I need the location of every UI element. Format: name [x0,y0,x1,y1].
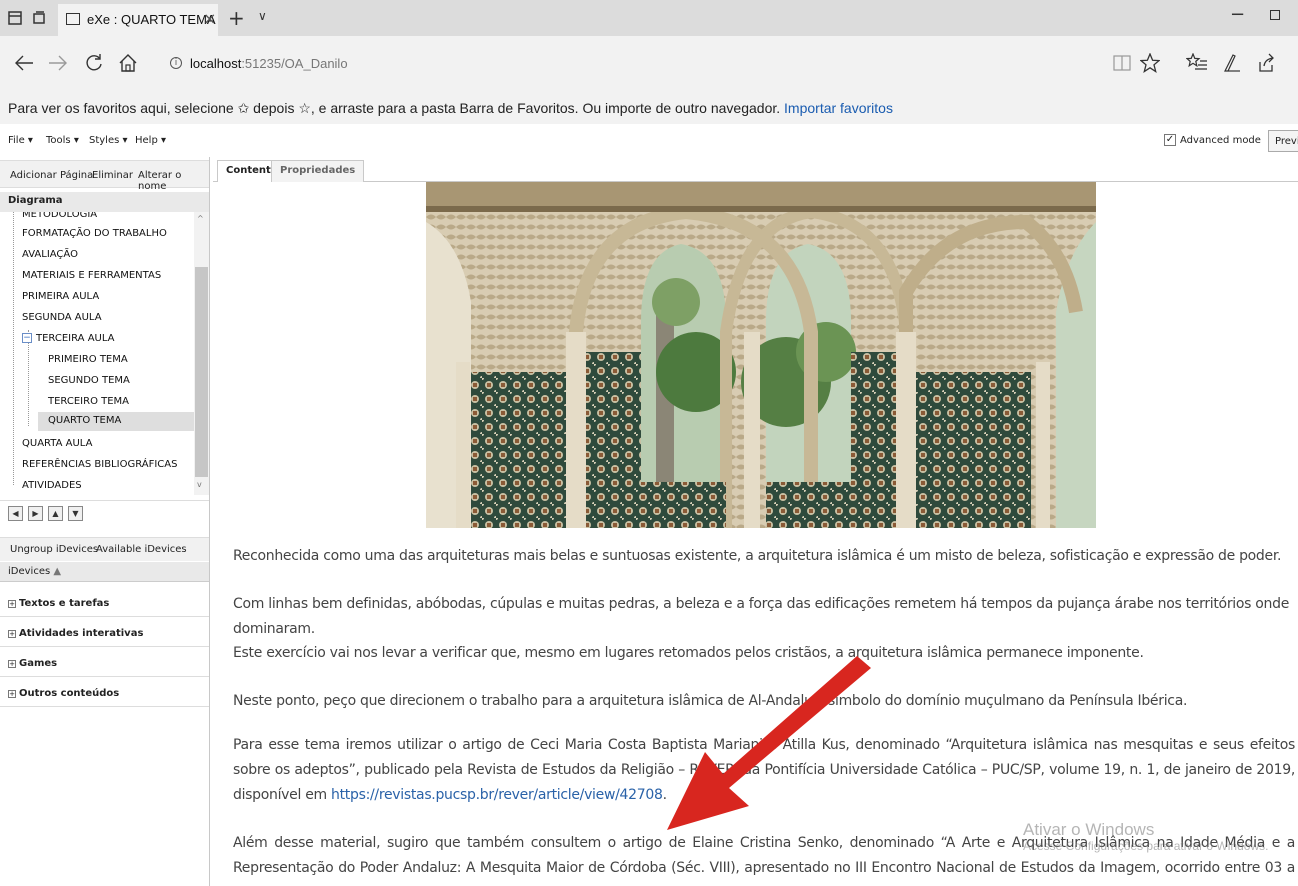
import-favorites-link[interactable]: Importar favoritos [784,100,893,116]
windows-watermark-title: Ativar o Windows [1023,820,1155,839]
favorites-hub-icon[interactable] [1186,53,1208,73]
collapse-icon[interactable]: − [22,333,32,343]
content-area: Reconhecida como uma das arquiteturas ma… [213,182,1298,886]
tree-item[interactable]: ATIVIDADES [22,477,82,495]
menu-file[interactable]: File ▾ [8,135,33,146]
scroll-thumb[interactable] [195,267,208,477]
move-down-icon[interactable]: ▼ [68,506,83,521]
content-tabs: Content Propriedades [213,160,1298,182]
tabs-aside-icon[interactable] [32,11,46,25]
rename-page-button[interactable]: Alterar o nome [138,170,209,192]
tree-item[interactable]: METODOLOGIA [22,212,97,225]
browser-titlebar: eXe : QUARTO TEMA × + ∨ − [0,0,1298,36]
restore-icon[interactable] [1270,10,1280,20]
windows-watermark-subtitle: Acesse Configurações para ativar o Windo… [1023,839,1269,853]
idevice-category[interactable]: + Atividades interativas [0,621,209,647]
browser-navbar: i localhost:51235/OA_Danilo [0,36,1298,94]
ungroup-idevices-button[interactable]: Ungroup iDevices [10,544,98,555]
delete-page-button[interactable]: Eliminar [92,170,133,181]
advanced-mode-label: Advanced mode [1180,135,1261,146]
page-icon [66,13,80,25]
tree-item[interactable]: SEGUNDA AULA [22,309,102,328]
home-icon[interactable] [118,53,138,73]
outline-scrollbar[interactable]: ^ v [194,212,209,495]
tab-title: eXe : QUARTO TEMA [87,12,216,27]
tab-preview-icon[interactable] [8,11,22,25]
idevices-header[interactable]: iDevices ▲ [0,562,209,582]
tree-item[interactable]: TERCEIRO TEMA [48,393,129,412]
exe-menubar: File ▾ Tools ▾ Styles ▾ Help ▾ ✓ Advance… [0,128,1298,154]
share-icon[interactable] [1256,53,1276,73]
paragraph: Reconhecida como uma das arquiteturas ma… [233,548,1282,564]
tree-item[interactable]: SEGUNDO TEMA [48,372,130,391]
tab-menu-chevron-icon[interactable]: ∨ [258,9,267,23]
pen-icon[interactable] [1222,53,1242,73]
forward-icon[interactable] [48,54,68,72]
add-page-button[interactable]: Adicionar Página [10,170,93,181]
outline-tree: METODOLOGIA FORMATAÇÃO DO TRABALHO AVALI… [0,212,194,495]
outline-move-buttons: ◀ ▶ ▲ ▼ [0,500,209,530]
paragraph: Com linhas bem definidas, abóbodas, cúpu… [233,596,1290,637]
tree-item[interactable]: TERCEIRA AULA [36,330,115,349]
alhambra-arches-image [426,182,1096,528]
available-idevices-button[interactable]: Available iDevices [96,544,187,555]
expand-icon: + [8,600,16,608]
move-right-icon[interactable]: ▶ [28,506,43,521]
reading-view-icon[interactable] [1113,54,1131,72]
article-link[interactable]: https://revistas.pucsp.br/rever/article/… [331,787,663,803]
expand-icon: + [8,660,16,668]
refresh-icon[interactable] [84,53,104,73]
favorites-bar-text: Para ver os favoritos aqui, selecione ✩ … [8,100,781,116]
menu-help[interactable]: Help ▾ [135,135,166,146]
expand-icon: + [8,630,16,638]
tree-item[interactable]: REFERÊNCIAS BIBLIOGRÁFICAS [22,456,177,475]
tree-item[interactable]: QUARTA AULA [22,435,92,454]
idevice-category[interactable]: + Textos e tarefas [0,591,209,617]
tree-item[interactable]: PRIMEIRA AULA [22,288,99,307]
tree-item[interactable]: PRIMEIRO TEMA [48,351,128,370]
preview-button[interactable]: Previs [1268,130,1298,152]
url-host: localhost:51235/OA_Danilo [190,56,348,71]
tab-close-icon[interactable]: × [203,9,216,28]
scroll-up-icon[interactable]: ^ [197,214,204,223]
site-info-icon[interactable]: i [170,57,182,69]
idevice-category[interactable]: + Games [0,651,209,677]
menu-tools[interactable]: Tools ▾ [46,135,79,146]
red-arrow-annotation [667,656,871,830]
expand-icon: + [8,690,16,698]
outline-toolbar: Adicionar Página Eliminar Alterar o nome [0,160,209,192]
scroll-down-icon[interactable]: v [197,480,202,489]
favorites-bar: Para ver os favoritos aqui, selecione ✩ … [0,94,1298,124]
favorite-star-icon[interactable] [1140,53,1160,73]
collapse-arrow-icon: ▲ [53,566,62,577]
tree-item-selected[interactable]: QUARTO TEMA [38,412,194,431]
address-bar[interactable]: i localhost:51235/OA_Danilo [162,51,1102,77]
move-up-icon[interactable]: ▲ [48,506,63,521]
idevices-toolbar: Ungroup iDevices Available iDevices [0,537,209,561]
tab-properties[interactable]: Propriedades [271,160,365,182]
back-icon[interactable] [14,54,34,72]
tree-item[interactable]: MATERIAIS E FERRAMENTAS [22,267,161,286]
minimize-icon[interactable]: − [1230,4,1245,25]
new-tab-icon[interactable]: + [228,6,245,30]
move-left-icon[interactable]: ◀ [8,506,23,521]
left-panel: Adicionar Página Eliminar Alterar o nome… [0,157,210,886]
tree-item[interactable]: AVALIAÇÃO [22,246,78,265]
idevice-category[interactable]: + Outros conteúdos [0,681,209,707]
menu-styles[interactable]: Styles ▾ [89,135,128,146]
tree-item[interactable]: FORMATAÇÃO DO TRABALHO [22,225,167,244]
outline-header: Diagrama [0,192,209,212]
url-path: :51235/OA_Danilo [241,56,348,71]
browser-tab[interactable]: eXe : QUARTO TEMA × [58,4,218,36]
advanced-mode-checkbox[interactable]: ✓ [1164,134,1176,146]
